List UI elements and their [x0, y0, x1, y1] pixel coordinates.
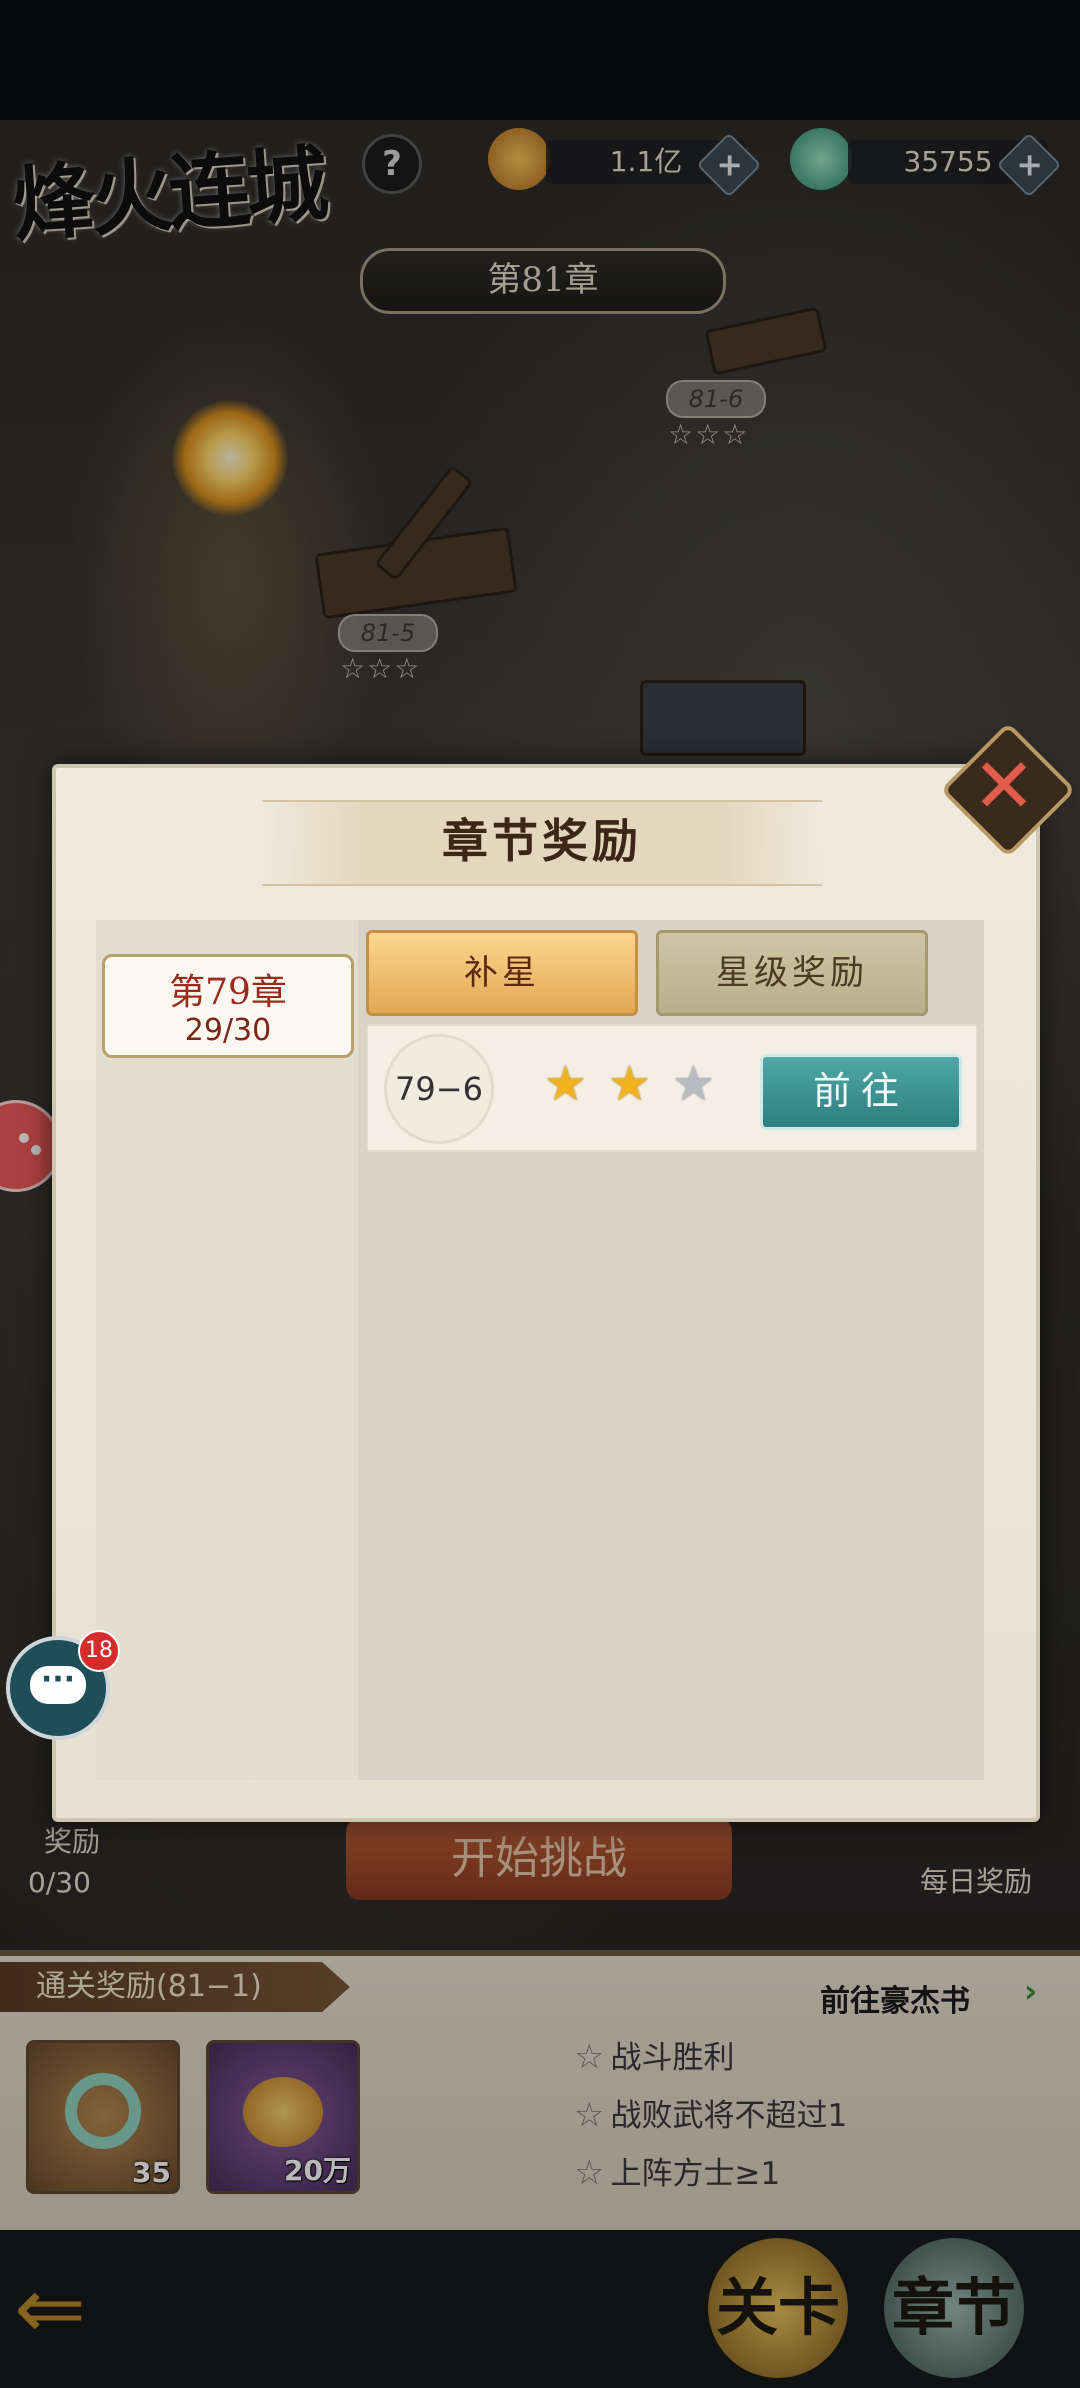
- goto-button[interactable]: 前往: [760, 1054, 962, 1130]
- star-filled-icon: ★: [608, 1056, 652, 1112]
- chapter-progress: 29/30: [184, 1013, 272, 1048]
- chat-icon: ···: [30, 1665, 86, 1704]
- stage-id: 79−6: [384, 1034, 494, 1144]
- chapter-list-item[interactable]: 第79章 29/30: [102, 954, 354, 1058]
- chat-unread-badge: 18: [78, 1630, 120, 1672]
- close-icon[interactable]: ✕: [960, 742, 1048, 830]
- star-empty-icon: ★: [672, 1056, 716, 1112]
- tab-fill-stars[interactable]: 补星: [366, 930, 638, 1016]
- star-filled-icon: ★: [544, 1056, 588, 1112]
- tab-star-rewards[interactable]: 星级奖励: [656, 930, 928, 1016]
- chapter-name: 第79章: [169, 972, 287, 1013]
- dialog-title: 章节奖励: [442, 814, 642, 868]
